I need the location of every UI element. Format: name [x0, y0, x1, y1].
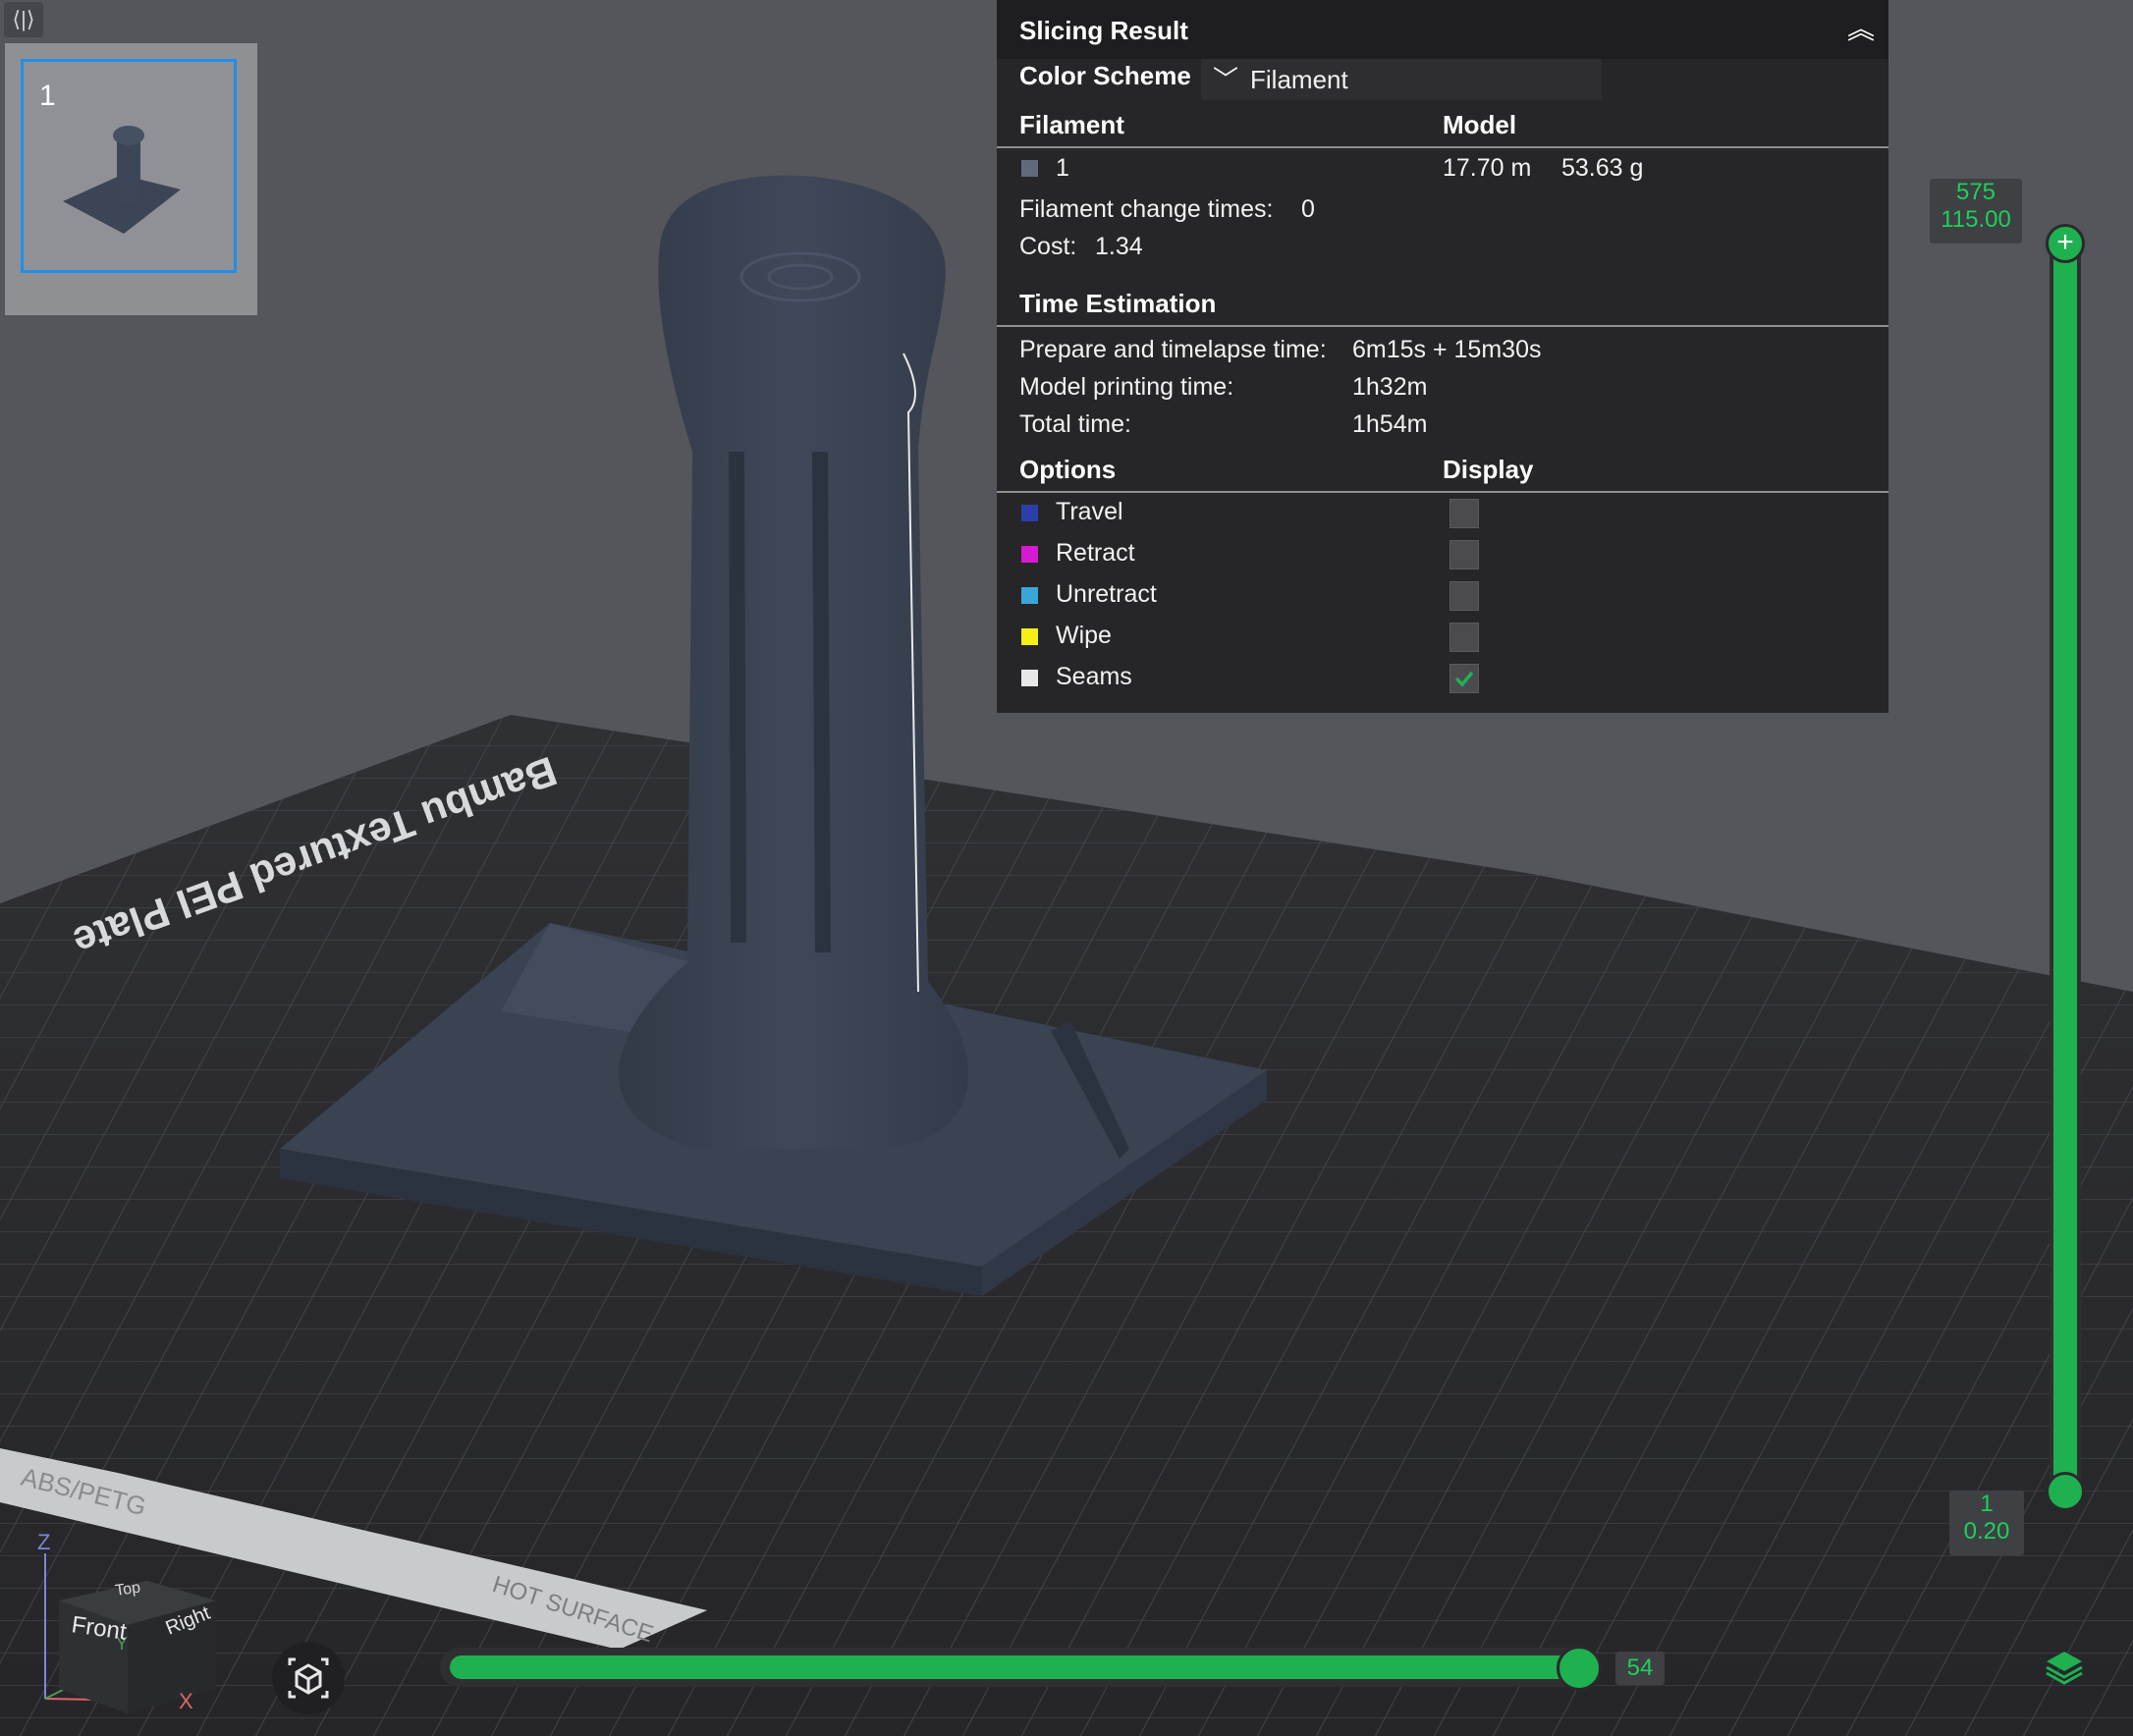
bottom-layer-height: 0.20: [1963, 1518, 2010, 1545]
chevron-down-icon: ﹀: [1213, 65, 1239, 94]
layer-slider-top-handle[interactable]: +: [2046, 224, 2085, 263]
sidebar-toggle-button[interactable]: ⟨|⟩: [4, 2, 43, 37]
cost-value: 1.34: [1095, 233, 1143, 260]
display-header: Display: [1443, 455, 1534, 484]
model-handle: [619, 175, 969, 1149]
color-scheme-value: Filament: [1250, 65, 1348, 94]
retract-checkbox[interactable]: [1449, 540, 1479, 570]
total-time-value: 1h54m: [1352, 410, 1428, 438]
filament-length: 17.70 m: [1443, 154, 1532, 182]
filament-id: 1: [1056, 154, 1069, 182]
slicing-result-panel: Slicing Result ︽ Color Scheme ﹀ Filament …: [997, 0, 1888, 713]
cost-label: Cost:: [1019, 233, 1077, 260]
move-slider-handle[interactable]: [1557, 1646, 1602, 1691]
camera-view-button[interactable]: [272, 1642, 345, 1714]
divider: [997, 146, 1888, 148]
cube-view-icon: [288, 1657, 329, 1699]
option-label: Retract: [1056, 539, 1135, 567]
filament-column-header: Filament: [1019, 110, 1124, 139]
bottom-layer-number: 1: [1980, 1491, 1994, 1517]
model-time-value: 1h32m: [1352, 373, 1428, 401]
options-header: Options: [1019, 455, 1117, 484]
unretract-checkbox[interactable]: [1449, 581, 1479, 611]
total-time-label: Total time:: [1019, 410, 1131, 438]
plate-model-preview: [63, 126, 181, 234]
bottom-layer-tag: 1 0.20: [1949, 1491, 2024, 1555]
top-layer-number: 575: [1955, 179, 1996, 205]
prepare-time-value: 6m15s + 15m30s: [1352, 336, 1542, 363]
option-label: Wipe: [1056, 622, 1112, 649]
divider: [997, 491, 1888, 493]
filament-change-label: Filament change times:: [1019, 195, 1274, 223]
cube-top-label: Top: [114, 1580, 141, 1600]
wipe-swatch: [1021, 628, 1038, 645]
time-estimation-title: Time Estimation: [1019, 289, 1217, 318]
top-layer-tag: 575 115.00: [1930, 179, 2022, 244]
color-scheme-label: Color Scheme: [1019, 61, 1191, 90]
travel-swatch: [1021, 505, 1038, 521]
filament-weight: 53.63 g: [1561, 154, 1644, 182]
travel-checkbox[interactable]: [1449, 499, 1479, 528]
layer-slider-bottom-handle[interactable]: [2046, 1472, 2085, 1511]
model-column-header: Model: [1443, 110, 1517, 139]
filament-change-value: 0: [1301, 195, 1315, 223]
color-scheme-dropdown[interactable]: ﹀ Filament: [1201, 59, 1602, 100]
model-time-label: Model printing time:: [1019, 373, 1234, 401]
top-layer-height: 115.00: [1941, 206, 2011, 233]
prepare-time-label: Prepare and timelapse time:: [1019, 336, 1327, 363]
panel-title: Slicing Result: [1019, 16, 1188, 45]
layer-slider-range: [2053, 244, 2077, 1492]
seams-swatch: [1021, 670, 1038, 686]
axis-x-label: X: [179, 1689, 193, 1713]
wipe-checkbox[interactable]: [1449, 623, 1479, 652]
move-slider-range: [450, 1655, 1585, 1679]
divider: [997, 325, 1888, 327]
plate-number: 1: [39, 80, 56, 112]
plate-thumbnail[interactable]: 1: [21, 59, 237, 273]
retract-swatch: [1021, 546, 1038, 563]
option-label: Unretract: [1056, 580, 1157, 608]
option-label: Seams: [1056, 663, 1132, 690]
layers-icon[interactable]: [2043, 1646, 2086, 1689]
seams-checkbox[interactable]: [1449, 664, 1479, 693]
collapse-panel-icon[interactable]: ︽: [1841, 8, 1881, 44]
unretract-swatch: [1021, 587, 1038, 604]
move-value-tag: 54: [1615, 1652, 1665, 1685]
filament-swatch: [1021, 160, 1038, 177]
option-label: Travel: [1056, 498, 1123, 525]
checkmark-icon: [1454, 671, 1474, 687]
orientation-cube[interactable]: Z X Y Top Front Right: [0, 1492, 226, 1728]
axis-z-label: Z: [37, 1530, 50, 1554]
